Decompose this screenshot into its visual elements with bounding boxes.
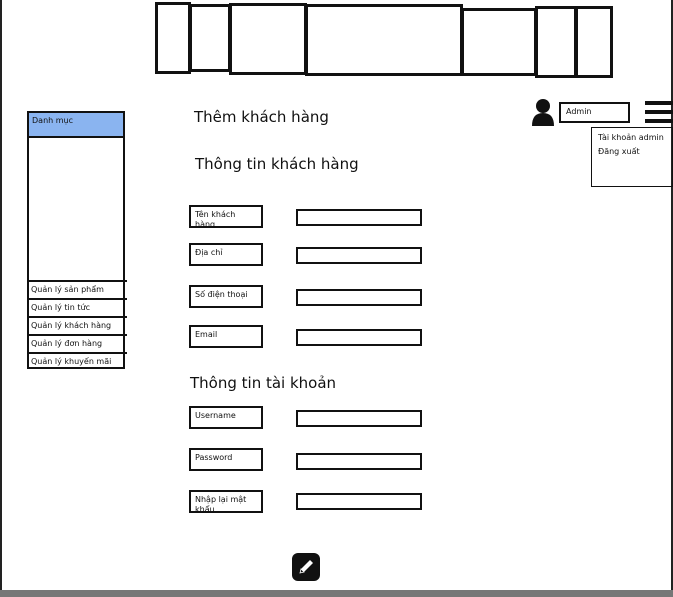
bottom-bar (0, 590, 673, 597)
carousel-image[interactable] (189, 4, 231, 72)
admin-user-field[interactable]: Admin (559, 102, 630, 123)
sidebar-header: Danh mục (29, 113, 123, 138)
password-label: Password (189, 448, 263, 471)
carousel-image[interactable] (305, 4, 463, 76)
password-input[interactable] (296, 453, 422, 470)
address-input[interactable] (296, 247, 422, 264)
username-label: Username (189, 406, 263, 429)
email-input[interactable] (296, 329, 422, 346)
carousel-image[interactable] (461, 8, 537, 76)
username-input[interactable] (296, 410, 422, 427)
carousel-image[interactable] (155, 2, 191, 74)
sidebar: Danh mục Quản lý sản phẩm Quản lý tin tứ… (27, 111, 127, 369)
customer-name-input[interactable] (296, 209, 422, 226)
user-icon (532, 99, 554, 126)
customer-name-label: Tên khách hàng (189, 205, 263, 228)
menu-item-logout[interactable]: Đăng xuất (598, 145, 666, 159)
hamburger-icon[interactable] (645, 101, 673, 125)
user-dropdown-menu: Tài khoản admin Đăng xuất (591, 127, 673, 187)
address-label: Địa chỉ (189, 243, 263, 266)
carousel-image[interactable] (535, 6, 577, 78)
sidebar-item-promotions[interactable]: Quản lý khuyến mãi (29, 352, 127, 378)
confirm-password-label: Nhập lại mật khẩu (189, 490, 263, 513)
confirm-password-input[interactable] (296, 493, 422, 510)
phone-label: Số điện thoại (189, 285, 263, 308)
menu-item-admin-account[interactable]: Tài khoản admin (598, 131, 666, 145)
customer-section-title: Thông tin khách hàng (195, 155, 359, 173)
pencil-icon[interactable] (292, 553, 320, 581)
account-section-title: Thông tin tài khoản (190, 374, 337, 392)
email-label: Email (189, 325, 263, 348)
carousel-image[interactable] (229, 3, 307, 75)
phone-input[interactable] (296, 289, 422, 306)
page-title: Thêm khách hàng (194, 108, 329, 126)
carousel-image[interactable] (575, 6, 613, 78)
